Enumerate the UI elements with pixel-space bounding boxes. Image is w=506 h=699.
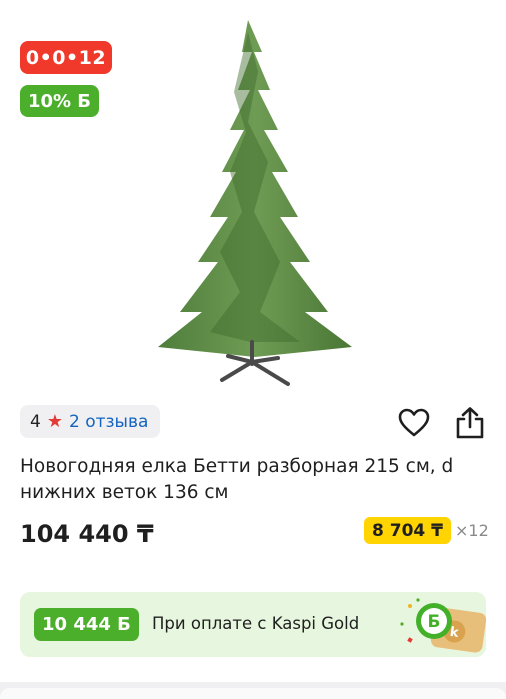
product-price: 104 440 ₸ (20, 520, 154, 548)
bonus-badge: 10% Б (20, 85, 99, 117)
kaspi-gold-banner[interactable]: 10 444 Б При оплате с Kaspi Gold k Б (20, 592, 486, 657)
kaspi-gold-card-icon: k Б (400, 598, 486, 653)
reviews-link[interactable]: 2 отзыва (69, 412, 148, 432)
rating-value: 4 (30, 411, 41, 432)
svg-text:Б: Б (428, 612, 441, 632)
share-icon[interactable] (454, 406, 486, 440)
next-section-card (0, 688, 506, 699)
kaspi-bonus-badge: 10 444 Б (34, 608, 139, 641)
kaspi-banner-text: При оплате с Kaspi Gold (152, 614, 360, 633)
installment-badge: 0•0•12 (20, 41, 112, 74)
monthly-payment-badge: 8 704 ₸ (364, 517, 451, 544)
heart-icon[interactable] (398, 408, 430, 438)
rating-reviews-pill[interactable]: 4 ★ 2 отзыва (20, 405, 161, 438)
star-icon: ★ (46, 410, 63, 432)
christmas-tree-image (158, 20, 352, 386)
monthly-payment: 8 704 ₸ ×12 (364, 517, 489, 544)
product-title: Новогодняя елка Бетти разборная 215 см, … (20, 456, 454, 503)
months-count: ×12 (454, 521, 489, 540)
